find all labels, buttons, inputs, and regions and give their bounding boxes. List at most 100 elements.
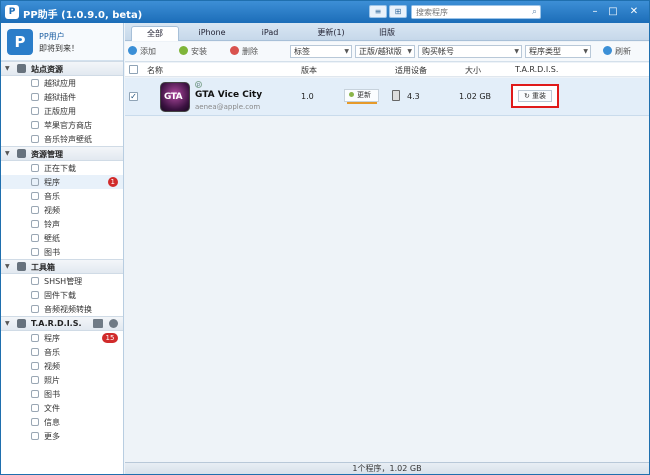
refresh-button[interactable]: 刷新 — [603, 46, 631, 57]
wrench-icon — [17, 262, 26, 271]
sidebar-item-tardis-files[interactable]: 文件 — [1, 401, 123, 415]
gta-app-icon: GTA — [160, 82, 190, 112]
sidebar-item-tardis-music[interactable]: 音乐 — [1, 345, 123, 359]
avatar[interactable]: P — [7, 29, 33, 55]
column-device[interactable]: 适用设备 — [395, 65, 427, 76]
more-icon — [31, 432, 39, 440]
account-filter-select[interactable]: 购买帐号 ▼ — [418, 45, 522, 58]
app-size: 1.02 GB — [459, 92, 492, 101]
sidebar-item-tardis-programs[interactable]: 程序 15 — [1, 331, 123, 345]
column-tardis[interactable]: T.A.R.D.I.S. — [515, 65, 558, 74]
sidebar-item-tardis-video[interactable]: 视频 — [1, 359, 123, 373]
install-icon — [179, 46, 188, 55]
select-all-checkbox[interactable] — [129, 65, 138, 74]
update-button[interactable]: 更新 — [344, 89, 379, 104]
sidebar-item-app-store[interactable]: 苹果官方商店 — [1, 118, 123, 132]
minimize-button[interactable]: – — [586, 5, 604, 19]
maximize-button[interactable]: □ — [604, 5, 622, 19]
search-input[interactable] — [412, 6, 527, 18]
music-icon — [31, 348, 39, 356]
chevron-down-icon: ▼ — [344, 48, 349, 55]
count-badge: 1 — [107, 177, 118, 187]
bell-icon — [31, 220, 39, 228]
tab-bar: 全部 iPhone iPad 更新(1) 旧版 — [125, 23, 649, 41]
search-icon[interactable]: ⌕ — [532, 7, 537, 17]
collapse-arrow-icon[interactable]: ▼ — [5, 150, 10, 157]
sidebar-item-genuine-apps[interactable]: 正版应用 — [1, 104, 123, 118]
tag-filter-select[interactable]: 标签 ▼ — [290, 45, 352, 58]
sidebar-item-converter[interactable]: 音频视频转换 — [1, 302, 123, 316]
message-icon — [31, 418, 39, 426]
sidebar-item-shsh[interactable]: SHSH管理 — [1, 274, 123, 288]
eject-icon[interactable] — [109, 319, 118, 328]
sidebar-item-programs[interactable]: 程序 1 — [1, 175, 123, 189]
close-button[interactable]: ✕ — [625, 5, 643, 19]
tab-legacy[interactable]: 旧版 — [367, 26, 407, 41]
column-version[interactable]: 版本 — [301, 65, 317, 76]
sidebar-item-jailbreak-apps[interactable]: 越狱应用 — [1, 76, 123, 90]
app-version: 1.0 — [301, 92, 314, 101]
sidebar-item-music[interactable]: 音乐 — [1, 189, 123, 203]
pp-badge-icon: p — [195, 81, 202, 88]
sidebar-item-wallpapers[interactable]: 壁纸 — [1, 231, 123, 245]
sidebar-item-video[interactable]: 视频 — [1, 203, 123, 217]
grid-view-button[interactable]: ⊞ — [389, 5, 407, 18]
column-name[interactable]: 名称 — [147, 65, 163, 76]
sidebar-item-tardis-more[interactable]: 更多 — [1, 429, 123, 443]
sidebar: P PP用户 即将到来！ ▼ 站点资源 越狱应用 越狱插件 正版应用 苹果官方商… — [1, 23, 124, 474]
sidebar-item-tardis-photos[interactable]: 照片 — [1, 373, 123, 387]
collapse-arrow-icon[interactable]: ▼ — [5, 263, 10, 270]
home-icon — [17, 64, 26, 73]
device-options-icon[interactable] — [93, 319, 103, 328]
group-site-resources[interactable]: ▼ 站点资源 — [1, 61, 123, 76]
row-checkbox[interactable]: ✓ — [129, 92, 138, 101]
music-icon — [31, 192, 39, 200]
table-header: 名称 版本 适用设备 大小 T.A.R.D.I.S. — [125, 63, 649, 77]
status-bar: 1个程序，1.02 GB — [125, 462, 649, 474]
add-button[interactable]: 添加 — [128, 46, 156, 57]
plugin-icon — [31, 93, 39, 101]
sidebar-item-ringtones[interactable]: 铃声 — [1, 217, 123, 231]
toolbar: 添加 安装 删除 标签 ▼ 正版/越狱版 ▼ 购买帐号 ▼ 程序类型 ▼ 刷新 — [125, 42, 649, 62]
sidebar-item-firmware[interactable]: 固件下载 — [1, 288, 123, 302]
group-toolbox[interactable]: ▼ 工具箱 — [1, 259, 123, 274]
app-icon — [31, 334, 39, 342]
reinstall-button[interactable]: ↻ 重装 — [518, 90, 552, 102]
app-icon — [31, 107, 39, 115]
tab-all[interactable]: 全部 — [131, 26, 179, 41]
list-view-button[interactable]: ≡ — [369, 5, 387, 18]
sidebar-item-books[interactable]: 图书 — [1, 245, 123, 259]
install-button[interactable]: 安装 — [179, 46, 207, 57]
group-tardis[interactable]: ▼ T.A.R.D.I.S. — [1, 316, 123, 331]
delete-button[interactable]: 删除 — [230, 46, 258, 57]
reinstall-highlight: ↻ 重装 — [511, 84, 559, 108]
column-size[interactable]: 大小 — [465, 65, 481, 76]
update-icon — [349, 92, 354, 97]
group-resource-management[interactable]: ▼ 资源管理 — [1, 146, 123, 161]
user-panel[interactable]: P PP用户 即将到来！ — [1, 23, 123, 61]
sidebar-item-tardis-messages[interactable]: 信息 — [1, 415, 123, 429]
sidebar-item-downloading[interactable]: 正在下载 — [1, 161, 123, 175]
collapse-arrow-icon[interactable]: ▼ — [5, 65, 10, 72]
sidebar-item-tardis-books[interactable]: 图书 — [1, 387, 123, 401]
window-title: PP助手 (1.0.9.0, beta) — [23, 10, 143, 21]
collapse-arrow-icon[interactable]: ▼ — [5, 320, 10, 327]
app-icon — [31, 79, 39, 87]
device-icon — [392, 90, 400, 101]
group-label: T.A.R.D.I.S. — [31, 319, 82, 328]
tab-updates[interactable]: 更新(1) — [303, 26, 359, 41]
music-icon — [31, 135, 39, 143]
sidebar-item-jailbreak-plugins[interactable]: 越狱插件 — [1, 90, 123, 104]
user-name[interactable]: PP用户 — [39, 31, 65, 42]
table-row[interactable]: ✓ GTA p GTA Vice City aenea@apple.com 1.… — [125, 78, 649, 116]
shield-icon — [31, 277, 39, 285]
chevron-down-icon: ▼ — [514, 48, 519, 55]
tab-ipad[interactable]: iPad — [245, 26, 295, 41]
tab-iphone[interactable]: iPhone — [187, 26, 237, 41]
type-filter-select[interactable]: 程序类型 ▼ — [525, 45, 591, 58]
group-label: 工具箱 — [31, 263, 55, 272]
version-filter-select[interactable]: 正版/越狱版 ▼ — [355, 45, 415, 58]
group-label: 资源管理 — [31, 150, 63, 159]
pp-logo-icon: P — [5, 5, 19, 19]
sidebar-item-music-wallpapers[interactable]: 音乐铃声壁纸 — [1, 132, 123, 146]
